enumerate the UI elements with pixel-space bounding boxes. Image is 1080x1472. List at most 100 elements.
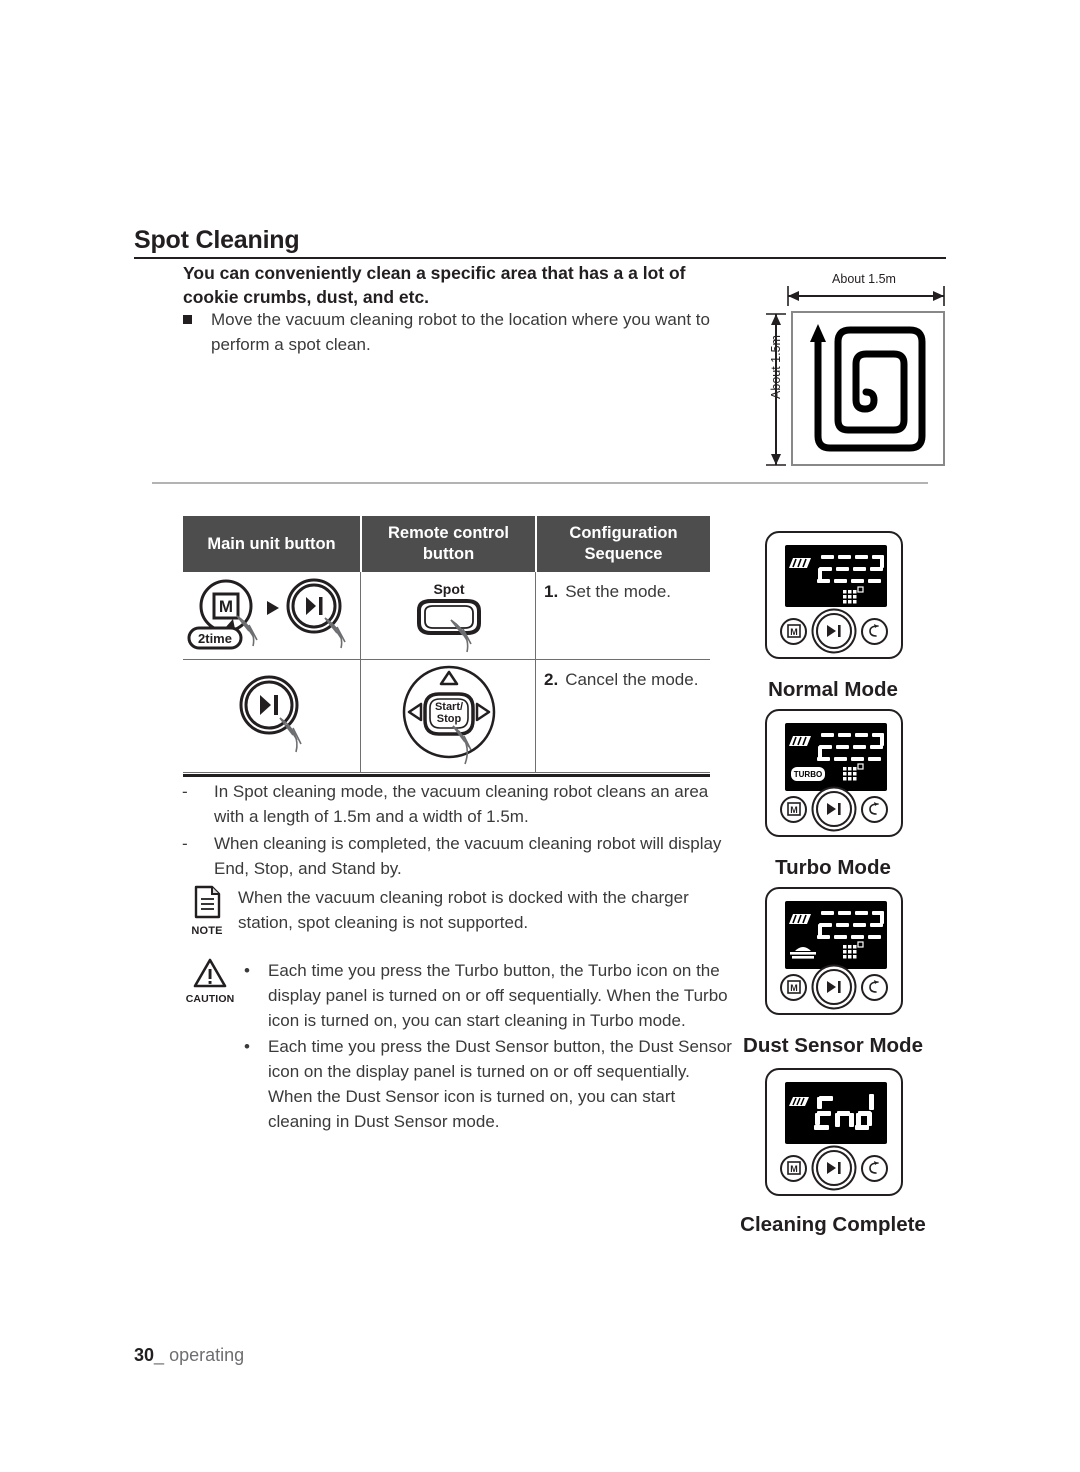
caution-bullet-list: • Each time you press the Turbo button, … xyxy=(244,958,736,1134)
sequence-number: 1. xyxy=(544,582,559,601)
dust-sensor-icon xyxy=(790,947,816,959)
table-bottom-border xyxy=(183,774,710,777)
list-item: - When cleaning is completed, the vacuum… xyxy=(172,831,732,881)
caution-callout: CAUTION • Each time you press the Turbo … xyxy=(176,958,736,1135)
dash-marker: - xyxy=(182,834,188,853)
svg-text:2time: 2time xyxy=(198,631,232,646)
mode-button-m[interactable]: M xyxy=(780,795,807,823)
list-item: • Each time you press the Turbo button, … xyxy=(244,958,736,1033)
turbo-badge-icon: TURBO xyxy=(791,767,825,781)
recharge-button[interactable] xyxy=(861,795,888,823)
start-stop-button[interactable] xyxy=(816,1150,852,1186)
note-label: NOTE xyxy=(191,925,223,937)
list-item: - In Spot cleaning mode, the vacuum clea… xyxy=(172,779,732,829)
note-icon-group: NOTE xyxy=(176,885,238,937)
caution-text: Each time you press the Dust Sensor butt… xyxy=(268,1037,732,1131)
figure-width-label: About 1.5m xyxy=(832,272,896,286)
panel-button-row: M xyxy=(767,791,901,827)
start-stop-button[interactable] xyxy=(816,791,852,827)
button-sequence-table: Main unit button Remote control button C… xyxy=(183,516,710,773)
panel-caption-dust-sensor: Dust Sensor Mode xyxy=(743,1034,923,1057)
footer-separator: _ xyxy=(154,1345,165,1365)
svg-text:Stop: Stop xyxy=(437,713,462,725)
sequence-text: Cancel the mode. xyxy=(565,670,699,689)
section-divider xyxy=(152,482,928,484)
lcd-screen xyxy=(785,901,887,969)
cell-remote-button: Spot xyxy=(360,572,535,659)
caution-label: CAUTION xyxy=(185,993,235,1005)
m-then-start-stop-icon: M 2time xyxy=(187,578,346,650)
dpad-start-stop-icon: Start/ Stop xyxy=(402,665,496,765)
table-row: M 2time Spot 1. Set the mode. xyxy=(183,572,710,660)
intro-bullet-text: Move the vacuum cleaning robot to the lo… xyxy=(211,310,710,354)
mode-button-m[interactable]: M xyxy=(780,973,807,1001)
svg-text:M: M xyxy=(219,597,233,616)
svg-text:Start/: Start/ xyxy=(435,701,463,713)
list-item: • Each time you press the Dust Sensor bu… xyxy=(244,1034,736,1134)
caution-text: Each time you press the Turbo button, th… xyxy=(268,961,728,1030)
note-document-icon xyxy=(194,885,221,919)
cell-main-unit-button: M 2time xyxy=(183,572,360,659)
panel-caption-normal: Normal Mode xyxy=(768,678,898,701)
lcd-screen: TURBO xyxy=(785,723,887,791)
recharge-button[interactable] xyxy=(861,617,888,645)
sequence-line: 2. Cancel the mode. xyxy=(544,670,698,690)
svg-text:M: M xyxy=(790,627,798,637)
cell-sequence: 1. Set the mode. xyxy=(535,572,710,659)
cell-remote-button: Start/ Stop xyxy=(360,660,535,772)
table-header-sequence: Configuration Sequence xyxy=(535,516,710,572)
note-callout: NOTE When the vacuum cleaning robot is d… xyxy=(176,885,736,937)
display-panel-complete: M xyxy=(765,1068,903,1196)
svg-text:M: M xyxy=(790,983,798,993)
m-icon: M xyxy=(786,802,801,816)
lcd-screen xyxy=(785,545,887,607)
svg-text:M: M xyxy=(790,805,798,815)
display-panel-dust-sensor: M xyxy=(765,887,903,1015)
lcd-content-turbo: TURBO xyxy=(789,733,884,781)
dust-grid-icon xyxy=(843,763,864,781)
play-pause-icon xyxy=(827,981,841,993)
play-pause-icon xyxy=(827,1162,841,1174)
note-text: When the vacuum cleaning robot is docked… xyxy=(238,888,689,932)
m-icon: M xyxy=(786,624,801,638)
mode-button-m[interactable]: M xyxy=(780,617,807,645)
battery-full-icon xyxy=(789,736,811,746)
square-bullet-icon xyxy=(183,315,192,324)
recharge-arrow-icon xyxy=(868,624,879,637)
spot-area-figure: About 1.5m About 1.5m xyxy=(748,272,948,472)
footer-page-number: 30 xyxy=(134,1345,155,1365)
warning-triangle-icon xyxy=(193,958,227,988)
mode-button-m[interactable]: M xyxy=(780,1154,807,1182)
svg-text:TURBO: TURBO xyxy=(794,770,822,779)
battery-full-icon xyxy=(789,914,811,924)
play-pause-icon xyxy=(827,803,841,815)
recharge-arrow-icon xyxy=(868,802,879,815)
panel-button-row: M xyxy=(767,613,901,649)
start-stop-button[interactable] xyxy=(816,613,852,649)
dash-note-text: When cleaning is completed, the vacuum c… xyxy=(214,834,722,878)
lcd-content-dust-sensor xyxy=(789,911,884,959)
start-stop-button[interactable] xyxy=(816,969,852,1005)
dust-grid-icon xyxy=(843,586,864,604)
recharge-button[interactable] xyxy=(861,1154,888,1182)
panel-button-row: M xyxy=(767,969,901,1005)
start-stop-icon xyxy=(239,675,302,753)
recharge-arrow-icon xyxy=(868,1161,879,1174)
spot-button-icon: Spot xyxy=(417,581,481,653)
dust-grid-icon xyxy=(843,941,864,959)
intro-bullet: Move the vacuum cleaning robot to the lo… xyxy=(183,307,743,357)
cell-sequence: 2. Cancel the mode. xyxy=(535,660,710,772)
lcd-screen xyxy=(785,1082,887,1144)
recharge-button[interactable] xyxy=(861,973,888,1001)
svg-text:Spot: Spot xyxy=(433,581,464,597)
page-footer: 30_ operating xyxy=(134,1345,244,1366)
table-header-main-unit: Main unit button xyxy=(207,534,336,553)
table-row: Start/ Stop 2. Cancel the mode. xyxy=(183,660,710,773)
sequence-number: 2. xyxy=(544,670,559,689)
caution-icon-group: CAUTION xyxy=(176,958,244,1005)
sequence-text: Set the mode. xyxy=(565,582,672,601)
dash-marker: - xyxy=(182,782,188,801)
footer-label: operating xyxy=(169,1345,245,1365)
battery-full-icon xyxy=(789,1097,809,1106)
display-panel-turbo: TURBO M xyxy=(765,709,903,837)
